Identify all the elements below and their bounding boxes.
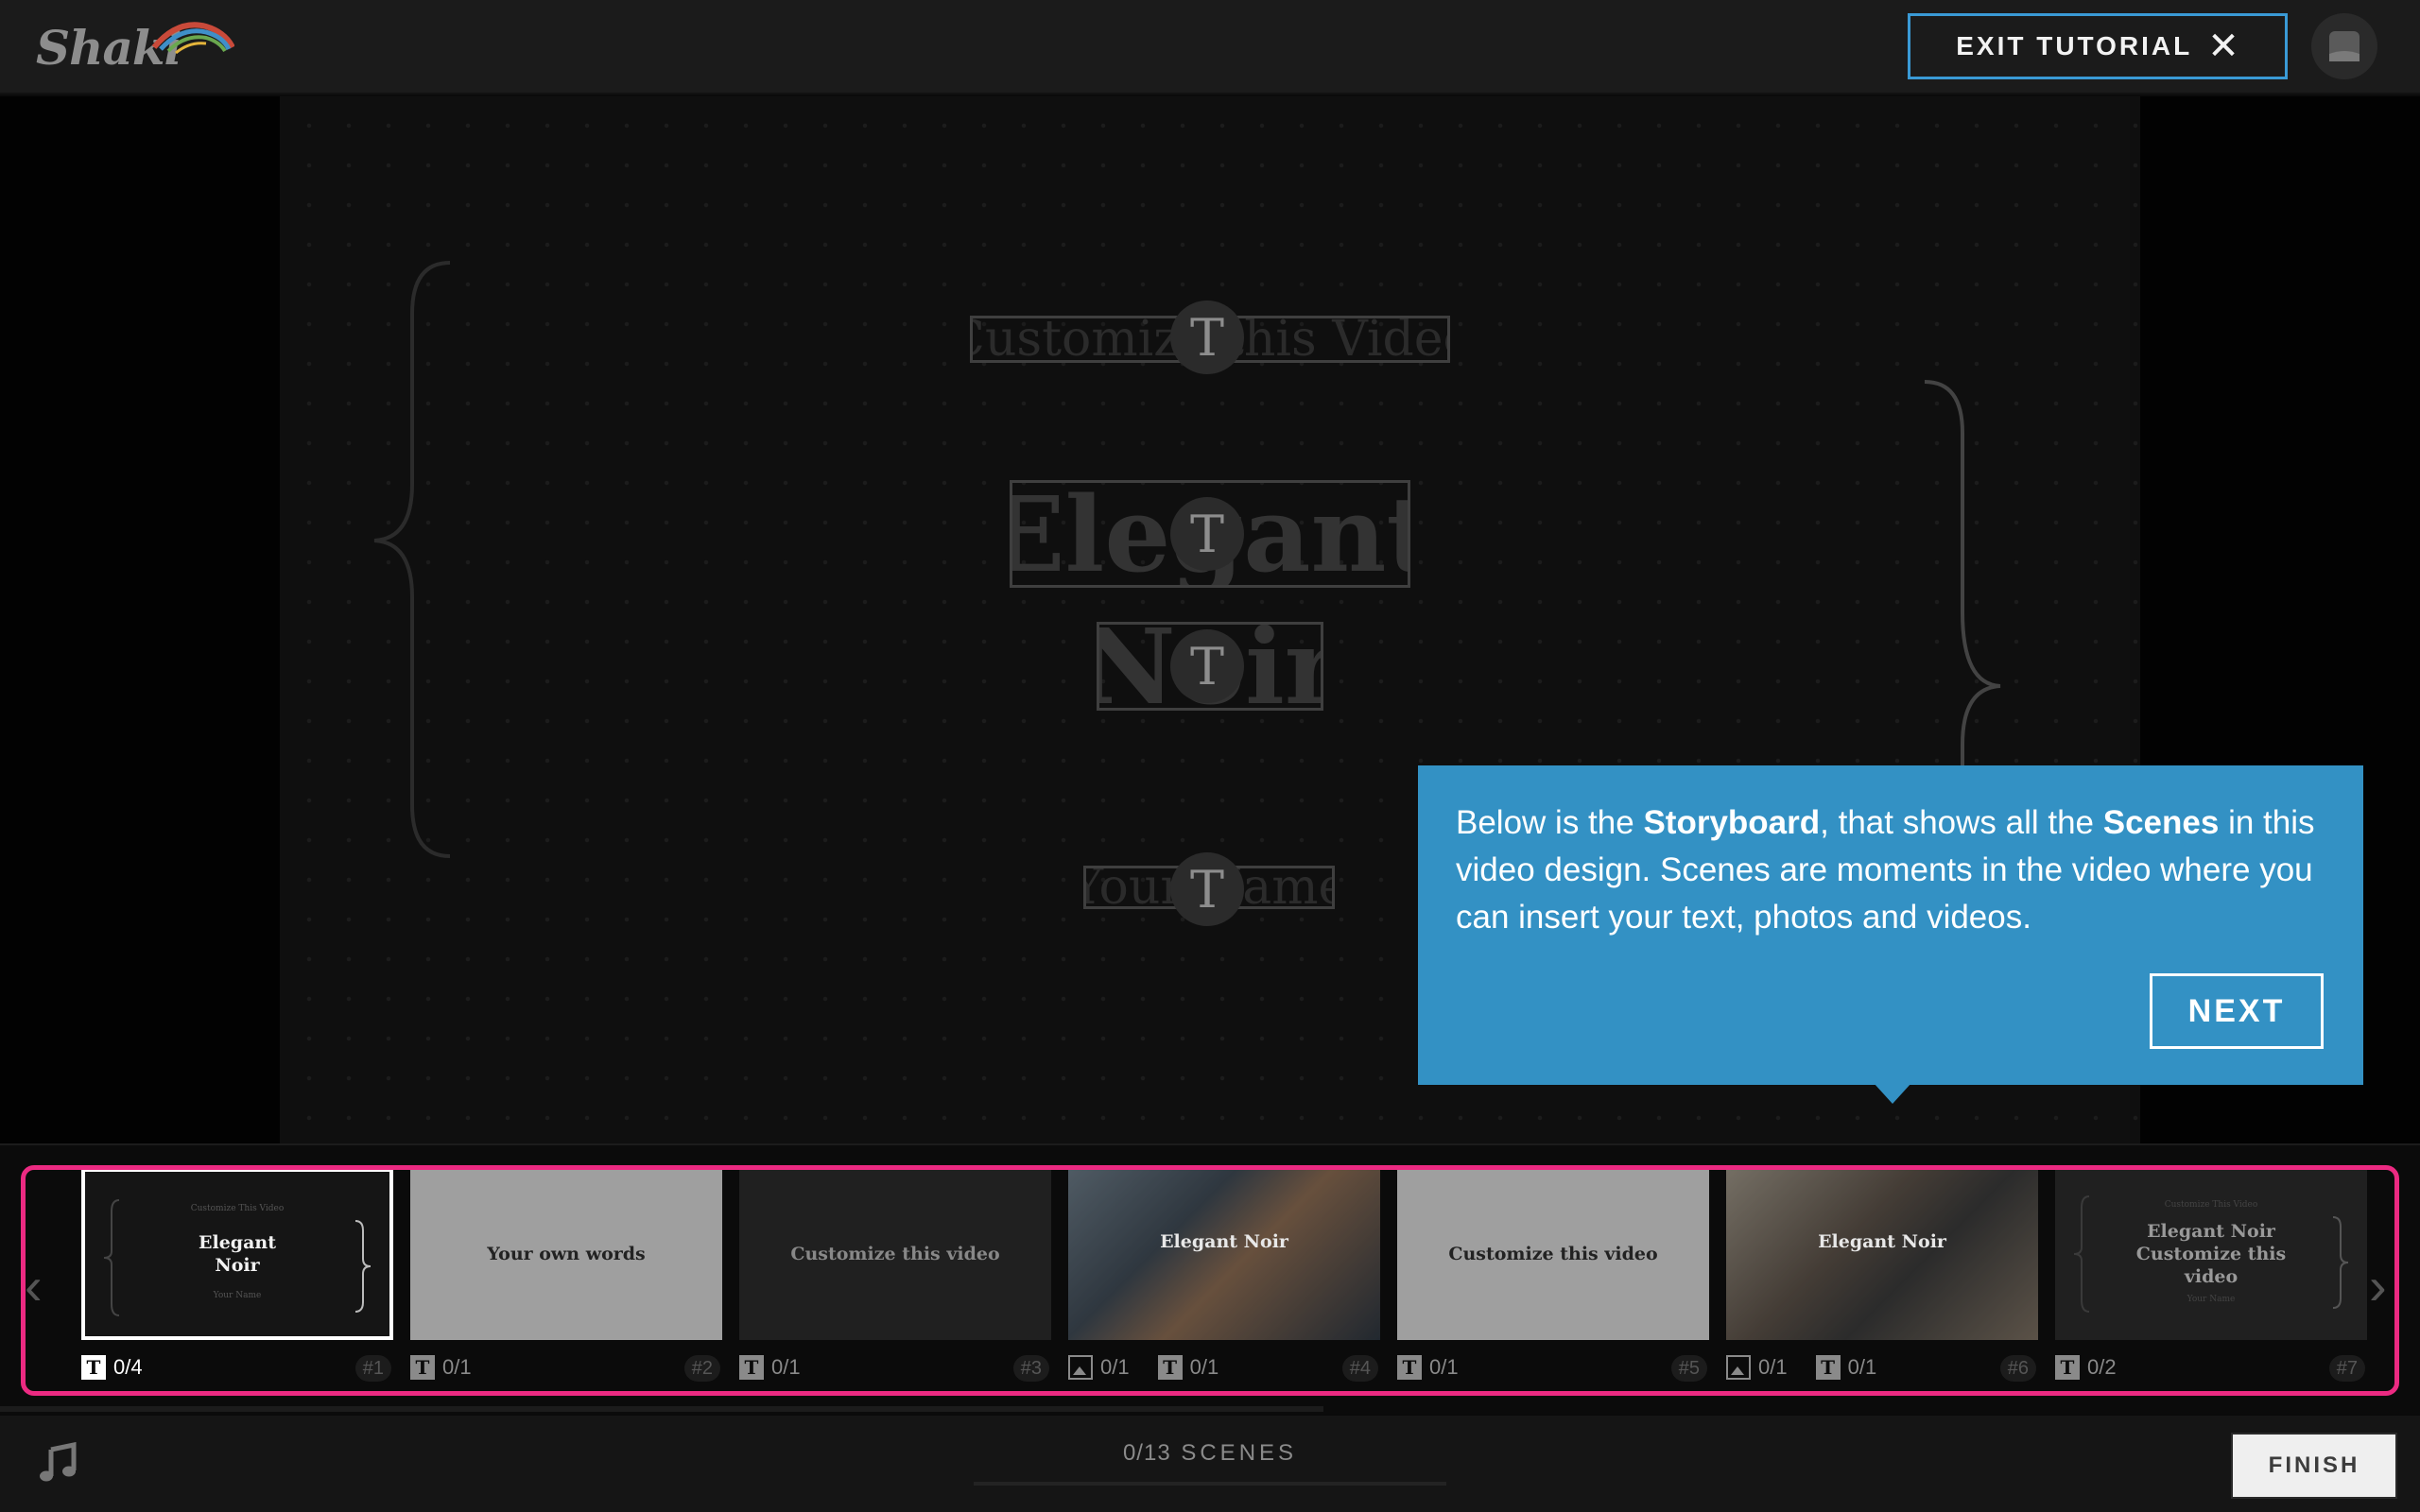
top-bar: Shaki EXIT TUTORIAL ✕ <box>0 0 2420 94</box>
storyboard-highlight <box>21 1165 2399 1396</box>
exit-tutorial-button[interactable]: EXIT TUTORIAL ✕ <box>1908 13 2288 79</box>
close-icon: ✕ <box>2207 26 2239 67</box>
storyboard-scrollbar[interactable] <box>0 1406 1323 1412</box>
tooltip-pointer <box>1874 1083 1911 1104</box>
shakr-logo[interactable]: Shaki <box>36 17 234 77</box>
music-note-icon[interactable] <box>38 1441 79 1488</box>
user-avatar-icon <box>2329 31 2360 61</box>
scene-subtitle: Customize This Video <box>190 1204 285 1213</box>
user-avatar[interactable] <box>2311 13 2377 79</box>
scenes-progress: 0/13 SCENES <box>1040 1440 1380 1467</box>
scene-title: Customize this video <box>790 1244 1000 1264</box>
scene-title: Your own words <box>487 1244 646 1264</box>
tooltip-message: Below is the Storyboard, that shows all … <box>1456 804 2315 936</box>
scenes-done-count: 0/13 <box>1122 1440 1171 1466</box>
scene-title: Elegant Noir <box>1818 1231 1946 1252</box>
scene-footer: Your Name <box>2187 1295 2236 1304</box>
scene-title: Elegant Noir <box>199 1232 276 1276</box>
scene-title: Customize this video <box>1448 1244 1658 1264</box>
scene-title: Elegant Noir Customize this video <box>2135 1221 2287 1287</box>
scene-subtitle: Customize This Video <box>2164 1200 2258 1210</box>
scene-title: Elegant Noir <box>1160 1231 1288 1252</box>
next-button[interactable]: NEXT <box>2150 973 2324 1049</box>
scenes-label: SCENES <box>1181 1440 1298 1466</box>
scenes-progress-bar <box>974 1482 1446 1486</box>
logo-swoosh-icon <box>151 22 234 55</box>
exit-tutorial-label: EXIT TUTORIAL <box>1956 31 2193 60</box>
finish-button[interactable]: FINISH <box>2231 1433 2397 1499</box>
scene-footer: Your Name <box>213 1291 262 1300</box>
